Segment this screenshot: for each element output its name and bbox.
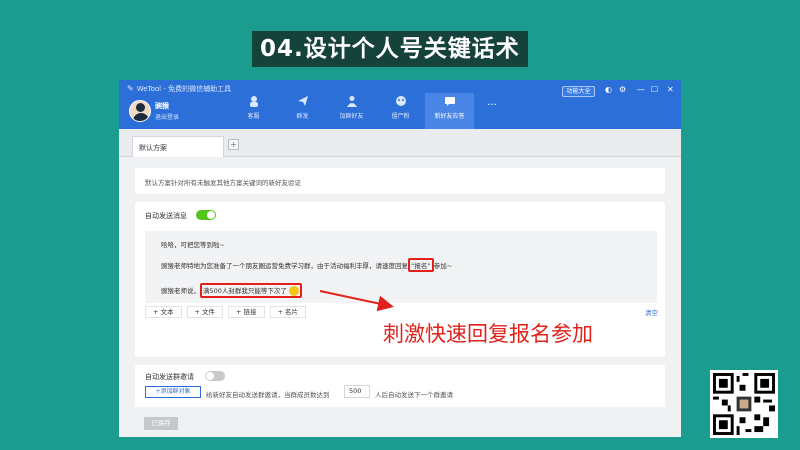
annotation-arrow (319, 290, 394, 312)
qr-code (710, 370, 778, 438)
annotation-text: 刺激快速回复报名参加 (383, 322, 593, 346)
qr-code-icon (713, 373, 775, 435)
